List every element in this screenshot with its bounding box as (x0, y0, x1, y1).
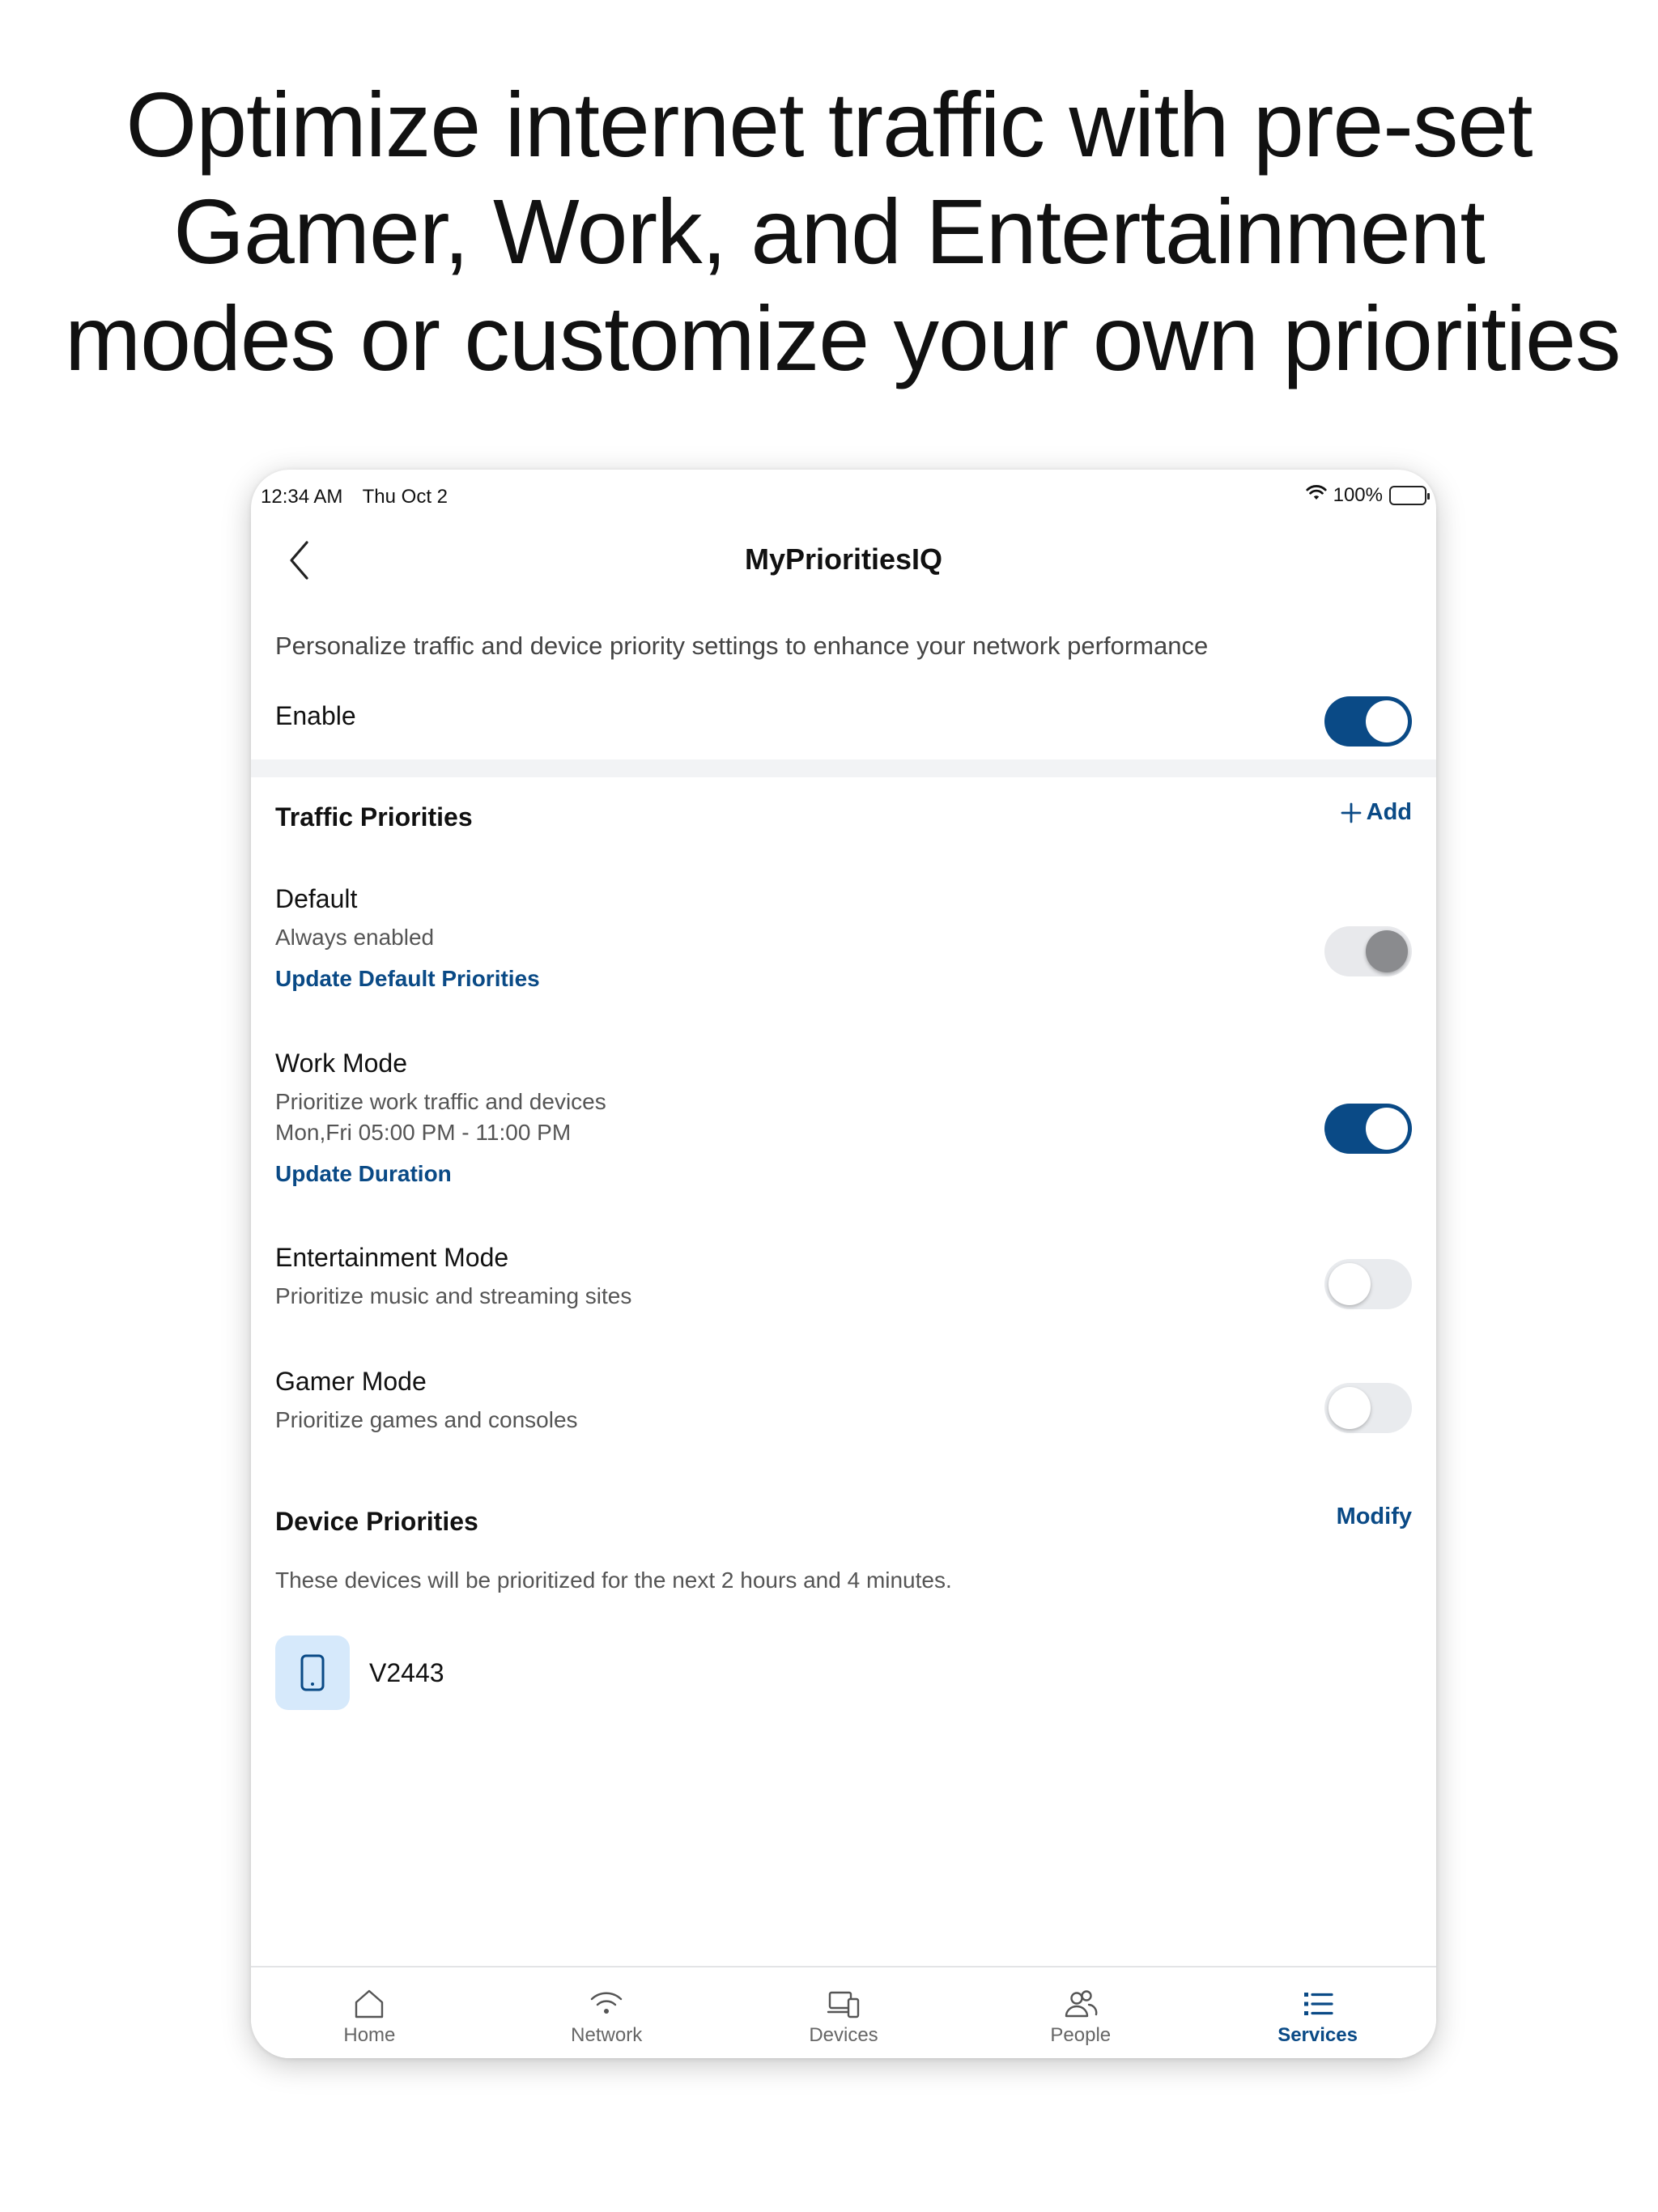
mode-description: Always enabled (275, 925, 435, 950)
tab-people[interactable]: People (962, 1967, 1199, 2058)
mode-name: Work Mode (275, 1049, 408, 1078)
tab-home[interactable]: Home (251, 1967, 488, 2058)
tab-devices[interactable]: Devices (725, 1967, 963, 2058)
people-icon (1065, 1990, 1098, 2018)
tablet-screen: 12:34 AM Thu Oct 2 100% MyPrioritiesIQ P… (251, 470, 1436, 2058)
battery-icon (1389, 486, 1430, 505)
traffic-priorities-header: Traffic Priorities Add (275, 798, 1412, 846)
navigation-bar: MyPrioritiesIQ (251, 518, 1436, 607)
mode-name: Entertainment Mode (275, 1243, 509, 1272)
work-mode-toggle[interactable] (1324, 1104, 1412, 1154)
tab-label: Services (1278, 2024, 1358, 2046)
device-icon-tile (275, 1636, 350, 1710)
devices-icon (827, 1991, 860, 2018)
device-priority-note: These devices will be prioritized for th… (275, 1568, 952, 1593)
headline-line-2: Gamer, Work, and Entertainment (173, 181, 1486, 283)
phone-icon (300, 1654, 325, 1691)
tab-services[interactable]: Services (1199, 1967, 1436, 2058)
headline-line-1: Optimize internet traffic with pre-set (125, 74, 1533, 176)
status-time: 12:34 AM (261, 486, 343, 508)
home-icon (355, 1989, 384, 2018)
headline-line-3: modes or customize your own priorities (65, 287, 1621, 389)
prioritized-device-item[interactable]: V2443 (275, 1636, 444, 1710)
entertainment-mode-toggle[interactable] (1324, 1259, 1412, 1309)
device-priorities-title: Device Priorities (275, 1507, 478, 1536)
tab-network[interactable]: Network (488, 1967, 725, 2058)
mode-name: Gamer Mode (275, 1367, 427, 1396)
enable-row: Enable (275, 688, 1412, 761)
mode-schedule: Mon,Fri 05:00 PM - 11:00 PM (275, 1120, 572, 1145)
mode-work: Work Mode Prioritize work traffic and de… (275, 1049, 1412, 1187)
gamer-mode-toggle[interactable] (1324, 1383, 1412, 1433)
wifi-icon (590, 1992, 623, 2014)
update-default-priorities-link[interactable]: Update Default Priorities (275, 966, 540, 992)
device-priorities-header: Device Priorities Modify (275, 1502, 1412, 1551)
intro-text: Personalize traffic and device priority … (275, 632, 1209, 660)
modify-devices-button[interactable]: Modify (1337, 1504, 1412, 1530)
add-traffic-priority-button[interactable]: Add (1341, 799, 1412, 826)
marketing-headline: Optimize internet traffic with pre-set G… (65, 71, 1621, 392)
mode-description: Prioritize games and consoles (275, 1407, 578, 1432)
tab-label: Home (343, 2024, 396, 2046)
mode-description: Prioritize music and streaming sites (275, 1283, 632, 1308)
list-icon (1303, 1993, 1333, 2015)
add-label: Add (1366, 799, 1412, 825)
status-time-date: 12:34 AM Thu Oct 2 (261, 486, 462, 508)
status-bar: 12:34 AM Thu Oct 2 100% (261, 479, 1430, 512)
mode-description: Prioritize work traffic and devices (275, 1089, 606, 1114)
tab-label: People (1050, 2024, 1112, 2046)
section-separator (251, 759, 1436, 777)
plus-icon (1341, 802, 1362, 823)
battery-percent: 100% (1333, 484, 1383, 506)
default-mode-toggle (1324, 926, 1412, 976)
tab-label: Network (571, 2024, 643, 2046)
page-title: MyPrioritiesIQ (744, 542, 943, 576)
wifi-status-icon (1306, 484, 1327, 507)
status-date: Thu Oct 2 (362, 486, 449, 508)
tab-label: Devices (809, 2024, 878, 2046)
modify-label: Modify (1336, 1504, 1412, 1529)
update-duration-link[interactable]: Update Duration (275, 1161, 452, 1187)
tab-bar: Home Network Devices People Services (251, 1966, 1436, 2058)
enable-toggle[interactable] (1324, 696, 1412, 747)
mode-entertainment: Entertainment Mode Prioritize music and … (275, 1243, 1412, 1312)
device-name: V2443 (369, 1657, 444, 1687)
mode-default: Default Always enabled Update Default Pr… (275, 884, 1412, 992)
traffic-priorities-title: Traffic Priorities (275, 802, 473, 832)
mode-gamer: Gamer Mode Prioritize games and consoles (275, 1367, 1412, 1436)
status-indicators: 100% (1306, 484, 1430, 507)
mode-name: Default (275, 884, 358, 913)
enable-label: Enable (275, 701, 356, 730)
